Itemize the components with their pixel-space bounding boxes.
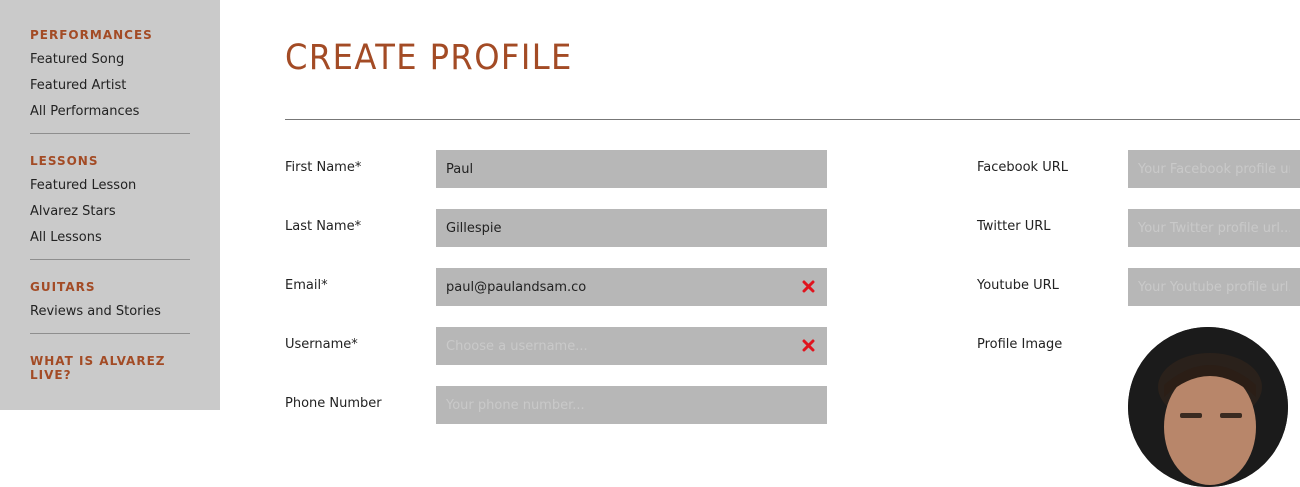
profile-image-label: Profile Image <box>977 337 1063 352</box>
title-divider <box>285 119 1300 120</box>
sidebar-item-featured-artist[interactable]: Featured Artist <box>30 76 190 102</box>
sidebar-item-all-performances[interactable]: All Performances <box>30 102 190 128</box>
sidebar-item-reviews-and-stories[interactable]: Reviews and Stories <box>30 302 190 328</box>
sidebar-item-featured-lesson[interactable]: Featured Lesson <box>30 176 190 202</box>
username-field <box>436 327 827 365</box>
avatar-photo <box>1128 327 1288 487</box>
youtube-url-field <box>1128 268 1300 306</box>
sidebar-item-all-lessons[interactable]: All Lessons <box>30 228 190 254</box>
username-input[interactable] <box>436 327 827 365</box>
nav-section-guitars: GUITARS Reviews and Stories <box>30 280 190 334</box>
username-label: Username* <box>285 337 358 352</box>
sidebar-item-alvarez-stars[interactable]: Alvarez Stars <box>30 202 190 228</box>
phone-field <box>436 386 827 424</box>
first-name-label: First Name* <box>285 160 362 175</box>
twitter-url-field <box>1128 209 1300 247</box>
sidebar: PERFORMANCES Featured Song Featured Arti… <box>0 0 220 410</box>
email-input[interactable] <box>436 268 827 306</box>
nav-divider <box>30 333 190 334</box>
phone-label: Phone Number <box>285 396 382 411</box>
first-name-field <box>436 150 827 188</box>
email-label: Email* <box>285 278 328 293</box>
nav-heading-performances[interactable]: PERFORMANCES <box>30 28 190 42</box>
close-icon[interactable] <box>802 339 815 352</box>
nav-heading-guitars[interactable]: GUITARS <box>30 280 190 294</box>
facebook-url-label: Facebook URL <box>977 160 1069 175</box>
nav-section-lessons: LESSONS Featured Lesson Alvarez Stars Al… <box>30 154 190 260</box>
phone-input[interactable] <box>436 386 827 424</box>
nav-section-what-is-alvarez-live: WHAT IS ALVAREZ LIVE? <box>30 354 190 382</box>
avatar[interactable] <box>1128 327 1288 487</box>
facebook-url-input[interactable] <box>1128 150 1300 188</box>
twitter-url-input[interactable] <box>1128 209 1300 247</box>
last-name-label: Last Name* <box>285 219 362 234</box>
facebook-url-field <box>1128 150 1300 188</box>
nav-section-performances: PERFORMANCES Featured Song Featured Arti… <box>30 28 190 134</box>
nav-divider <box>30 133 190 134</box>
youtube-url-input[interactable] <box>1128 268 1300 306</box>
last-name-input[interactable] <box>436 209 827 247</box>
nav-heading-what-is-alvarez-live[interactable]: WHAT IS ALVAREZ LIVE? <box>30 354 190 382</box>
first-name-input[interactable] <box>436 150 827 188</box>
email-field <box>436 268 827 306</box>
nav-heading-lessons[interactable]: LESSONS <box>30 154 190 168</box>
twitter-url-label: Twitter URL <box>977 219 1051 234</box>
sidebar-item-featured-song[interactable]: Featured Song <box>30 50 190 76</box>
nav-divider <box>30 259 190 260</box>
last-name-field <box>436 209 827 247</box>
youtube-url-label: Youtube URL <box>977 278 1059 293</box>
close-icon[interactable] <box>802 280 815 293</box>
page-title: CREATE PROFILE <box>285 38 573 78</box>
main-content: CREATE PROFILE First Name* Last Name* Em… <box>220 0 1300 487</box>
